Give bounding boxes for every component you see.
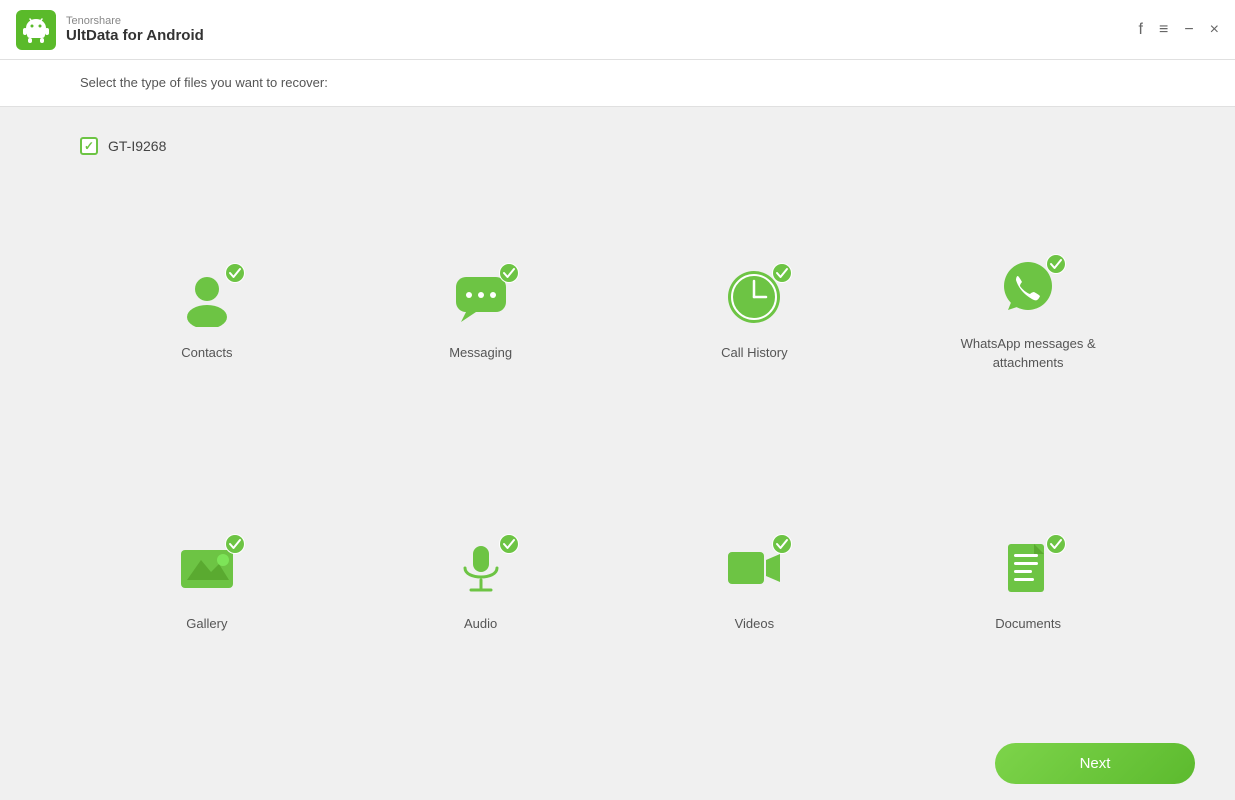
close-icon[interactable]: × (1210, 21, 1219, 39)
file-item-videos[interactable]: Videos (628, 465, 882, 707)
bottom-bar: Next (0, 727, 1235, 800)
whatsapp-label: WhatsApp messages &attachments (961, 335, 1096, 371)
messaging-check-badge (499, 263, 519, 283)
next-button[interactable]: Next (995, 743, 1195, 784)
file-item-messaging[interactable]: Messaging (354, 185, 608, 445)
documents-label: Documents (995, 615, 1061, 633)
app-brand: Tenorshare (66, 15, 204, 27)
contacts-icon-wrapper (177, 267, 237, 332)
app-title: UltData for Android (66, 27, 204, 44)
title-bar-right: f ≡ − × (1139, 21, 1219, 39)
subtitle-text: Select the type of files you want to rec… (80, 75, 328, 90)
audio-check-badge (499, 534, 519, 554)
subtitle-bar: Select the type of files you want to rec… (0, 60, 1235, 107)
messaging-icon-wrapper (451, 267, 511, 332)
file-type-grid: Contacts Messaging (80, 185, 1155, 707)
file-item-audio[interactable]: Audio (354, 465, 608, 707)
videos-icon-wrapper (724, 538, 784, 603)
file-item-call-history[interactable]: Call History (628, 185, 882, 445)
gallery-check-badge (225, 534, 245, 554)
menu-icon[interactable]: ≡ (1159, 21, 1168, 39)
call-history-icon-wrapper (724, 267, 784, 332)
title-bar-left: Tenorshare UltData for Android (16, 10, 204, 50)
audio-label: Audio (464, 615, 497, 633)
messaging-label: Messaging (449, 344, 512, 362)
file-item-documents[interactable]: Documents (901, 465, 1155, 707)
title-bar: Tenorshare UltData for Android f ≡ − × (0, 0, 1235, 60)
contacts-check-badge (225, 263, 245, 283)
audio-icon-wrapper (451, 538, 511, 603)
app-logo (16, 10, 56, 50)
contacts-label: Contacts (181, 344, 232, 362)
gallery-label: Gallery (186, 615, 227, 633)
facebook-icon[interactable]: f (1139, 21, 1143, 39)
documents-check-badge (1046, 534, 1066, 554)
main-content: GT-I9268 Contacts (0, 107, 1235, 727)
whatsapp-icon-wrapper (998, 258, 1058, 323)
videos-check-badge (772, 534, 792, 554)
gallery-icon-wrapper (177, 538, 237, 603)
file-item-whatsapp[interactable]: WhatsApp messages &attachments (901, 185, 1155, 445)
file-item-gallery[interactable]: Gallery (80, 465, 334, 707)
device-row[interactable]: GT-I9268 (80, 137, 1155, 155)
app-title-group: Tenorshare UltData for Android (66, 15, 204, 44)
call-history-check-badge (772, 263, 792, 283)
device-name: GT-I9268 (108, 138, 166, 154)
videos-label: Videos (735, 615, 775, 633)
device-checkbox[interactable] (80, 137, 98, 155)
call-history-label: Call History (721, 344, 787, 362)
documents-icon-wrapper (998, 538, 1058, 603)
whatsapp-check-badge (1046, 254, 1066, 274)
file-item-contacts[interactable]: Contacts (80, 185, 334, 445)
minimize-icon[interactable]: − (1184, 21, 1193, 39)
